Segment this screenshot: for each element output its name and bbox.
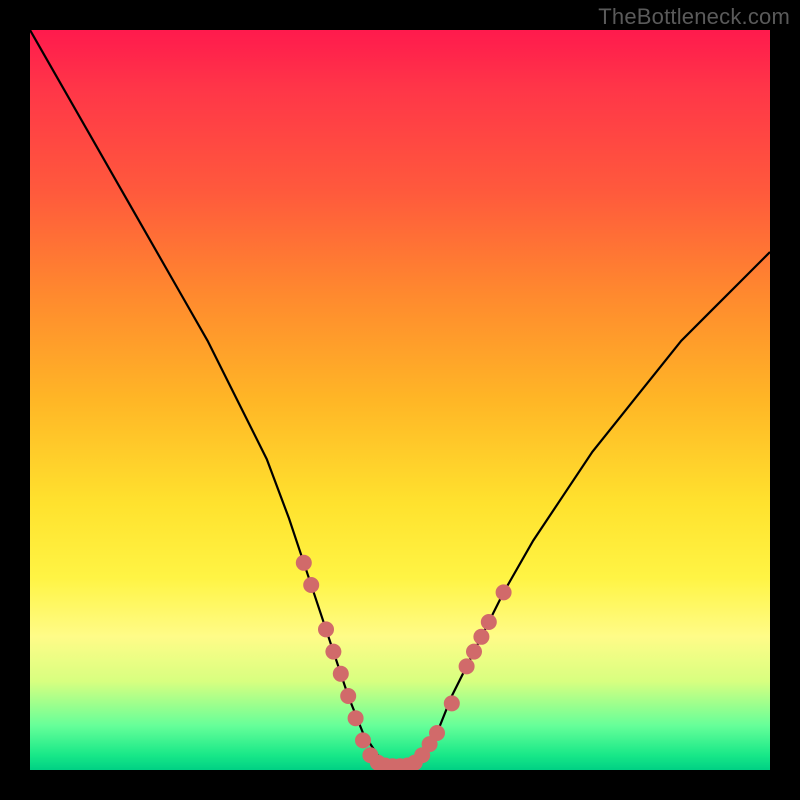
bottleneck-curve: [30, 30, 770, 766]
curve-marker: [296, 555, 312, 571]
curve-marker: [444, 695, 460, 711]
curve-marker: [348, 710, 364, 726]
curve-marker: [333, 666, 349, 682]
curve-marker: [303, 577, 319, 593]
watermark-text: TheBottleneck.com: [598, 4, 790, 30]
plot-area: [30, 30, 770, 770]
curve-marker: [340, 688, 356, 704]
curve-marker: [466, 644, 482, 660]
curve-marker: [355, 732, 371, 748]
curve-layer: [30, 30, 770, 770]
curve-marker: [496, 584, 512, 600]
curve-marker: [429, 725, 445, 741]
curve-markers: [296, 555, 512, 770]
curve-marker: [318, 621, 334, 637]
curve-marker: [473, 629, 489, 645]
chart-frame: TheBottleneck.com: [0, 0, 800, 800]
curve-marker: [325, 644, 341, 660]
curve-marker: [481, 614, 497, 630]
curve-marker: [459, 658, 475, 674]
